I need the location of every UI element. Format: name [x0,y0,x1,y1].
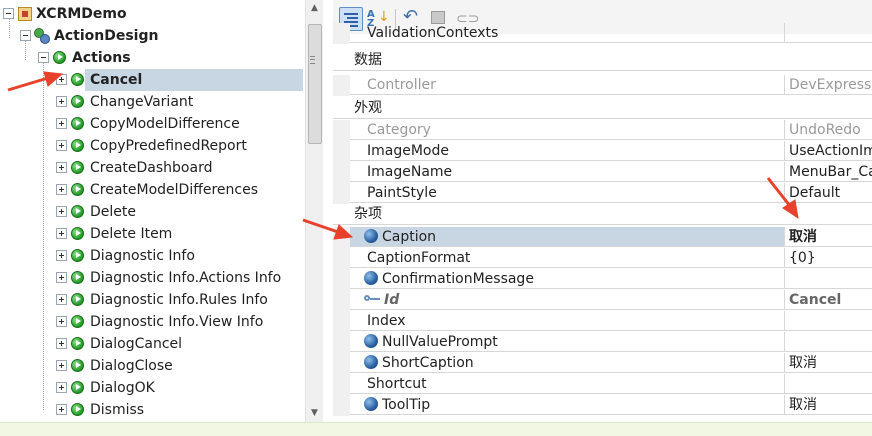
annotation-arrow-value [766,177,792,207]
annotation-arrows [7,71,799,240]
annotation-arrowhead [43,71,64,87]
annotation-arrowhead [782,199,799,220]
annotation-arrowhead [333,224,354,240]
annotation-arrow-tree [7,76,49,92]
annotation-arrow-caption [302,218,339,234]
